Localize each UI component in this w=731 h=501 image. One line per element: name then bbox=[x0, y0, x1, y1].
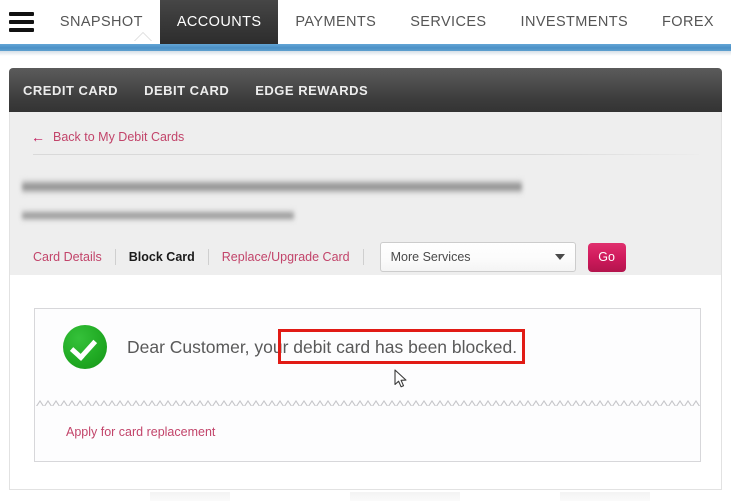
hamburger-bar bbox=[8, 20, 34, 24]
nav-item-payments[interactable]: PAYMENTS bbox=[278, 0, 394, 44]
apply-for-card-replacement-link[interactable]: Apply for card replacement bbox=[66, 425, 215, 439]
primary-navigation: SNAPSHOT ACCOUNTS PAYMENTS SERVICES INVE… bbox=[0, 0, 731, 44]
zigzag-line-icon bbox=[36, 400, 700, 406]
tab-card-details[interactable]: Card Details bbox=[9, 250, 115, 264]
more-services-dropdown[interactable]: More Services bbox=[379, 242, 576, 272]
background-shape bbox=[350, 492, 460, 501]
back-link-label: Back to My Debit Cards bbox=[53, 130, 185, 144]
tab-separator bbox=[362, 249, 364, 265]
hamburger-bar bbox=[8, 12, 34, 16]
nav-item-services[interactable]: SERVICES bbox=[393, 0, 504, 44]
redacted-account-line bbox=[22, 178, 522, 195]
nav-item-accounts[interactable]: ACCOUNTS bbox=[159, 0, 279, 44]
secondary-navigation-bar: CREDIT CARD DEBIT CARD EDGE REWARDS bbox=[9, 68, 722, 112]
active-tab-pointer bbox=[134, 33, 152, 42]
main-content-panel: Dear Customer, your debit card has been … bbox=[9, 275, 722, 490]
status-message-panel: Dear Customer, your debit card has been … bbox=[34, 308, 701, 462]
tab-block-card[interactable]: Block Card bbox=[116, 250, 208, 264]
hamburger-bar bbox=[8, 28, 34, 32]
divider bbox=[33, 154, 699, 155]
card-action-tabs: Card Details Block Card Replace/Upgrade … bbox=[9, 237, 722, 277]
redacted-account-line bbox=[22, 208, 294, 222]
tab-replace-upgrade-card[interactable]: Replace/Upgrade Card bbox=[209, 250, 363, 264]
perforation-divider bbox=[36, 396, 701, 406]
accent-band bbox=[0, 44, 731, 51]
green-check-circle-icon bbox=[63, 325, 107, 369]
nav-item-forex[interactable]: FOREX bbox=[645, 0, 731, 44]
go-button[interactable]: Go bbox=[587, 242, 626, 272]
chevron-down-icon bbox=[554, 254, 565, 260]
more-services-dropdown-value: More Services bbox=[390, 250, 471, 264]
nav-item-investments[interactable]: INVESTMENTS bbox=[503, 0, 646, 44]
subnav-item-credit-card[interactable]: CREDIT CARD bbox=[23, 83, 118, 98]
status-message-row: Dear Customer, your debit card has been … bbox=[63, 325, 517, 369]
arrow-left-icon: ← bbox=[31, 129, 45, 145]
back-to-debit-cards-link[interactable]: ← Back to My Debit Cards bbox=[31, 130, 184, 144]
status-message-text: Dear Customer, your debit card has been … bbox=[127, 336, 518, 357]
secondary-navigation: CREDIT CARD DEBIT CARD EDGE REWARDS bbox=[9, 68, 722, 120]
hamburger-menu-icon[interactable] bbox=[0, 0, 43, 44]
background-shape bbox=[150, 492, 230, 501]
browser-page: SNAPSHOT ACCOUNTS PAYMENTS SERVICES INVE… bbox=[0, 0, 731, 501]
subnav-item-edge-rewards[interactable]: EDGE REWARDS bbox=[255, 83, 368, 98]
subnav-item-debit-card[interactable]: DEBIT CARD bbox=[144, 83, 229, 98]
background-shape bbox=[560, 492, 650, 501]
accent-band-shadow bbox=[0, 51, 731, 56]
